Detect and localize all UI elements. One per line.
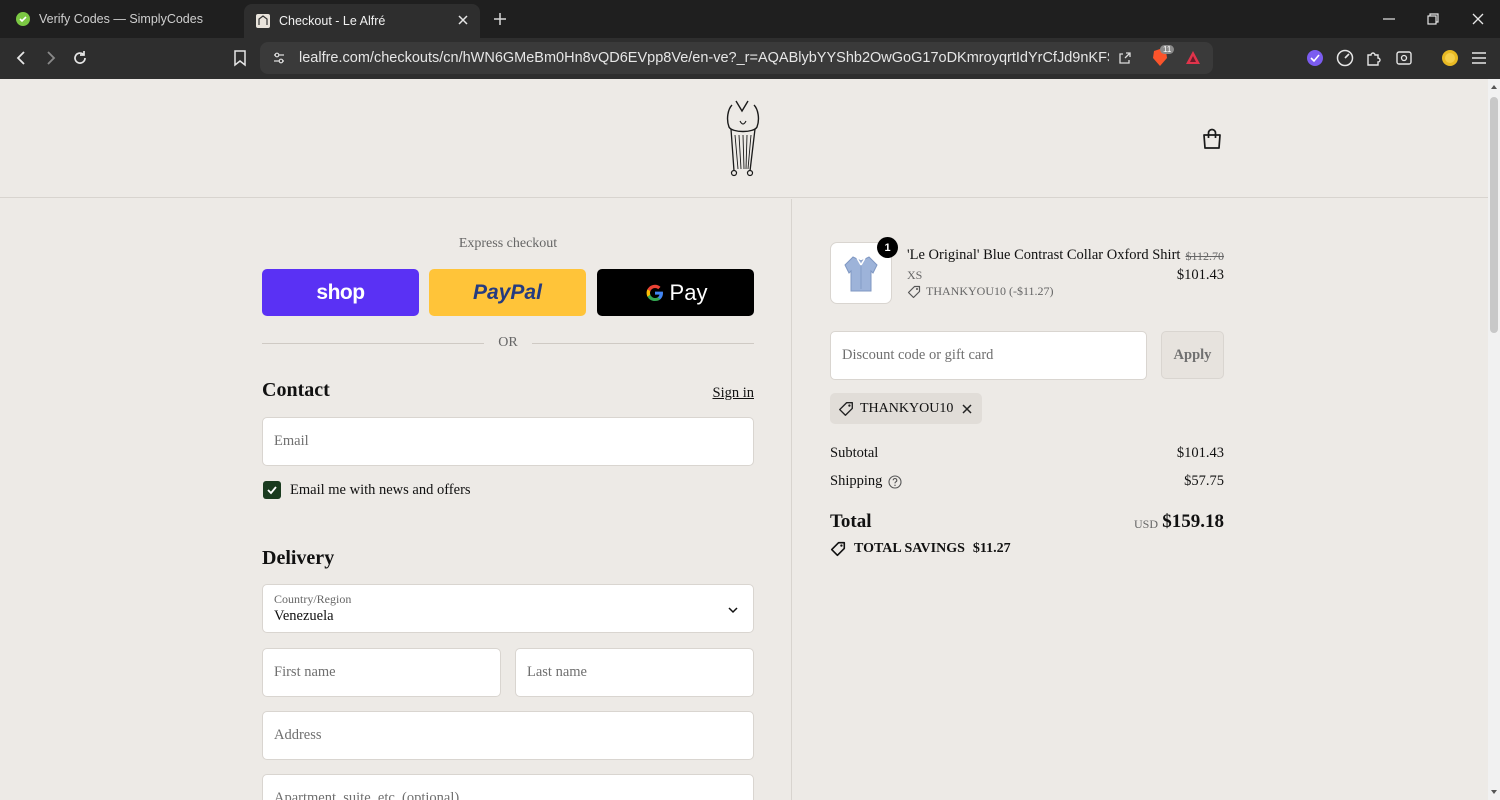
shop-pay-button[interactable]: shop [262,269,419,316]
google-pay-button[interactable]: Pay [597,269,754,316]
subtotal-value: $101.43 [1176,445,1224,461]
first-name-input[interactable] [263,649,500,696]
last-name-input[interactable] [516,649,753,696]
reload-icon[interactable] [71,49,89,67]
lealfre-favicon-icon [256,14,270,28]
page-scrollbar[interactable] [1488,79,1500,800]
site-settings-icon[interactable] [272,51,286,65]
or-divider-right [532,343,754,344]
express-checkout-label: Express checkout [458,236,558,251]
discount-code-input[interactable] [831,332,1146,379]
contact-heading: Contact [262,379,330,401]
reader-mode-icon[interactable] [1395,49,1413,67]
email-field-wrapper [262,417,754,466]
address-field-wrapper [262,711,754,760]
original-price: $112.70 [1185,249,1224,263]
shop-pay-label: shop [316,280,365,304]
scrollbar-thumb[interactable] [1490,97,1498,333]
new-tab-icon[interactable] [492,11,508,27]
product-discount-text: THANKYOU10 (-$11.27) [926,284,1054,298]
or-label: OR [498,335,518,350]
column-divider [791,199,792,800]
checkmark-icon [267,486,277,495]
or-divider-left [262,343,484,344]
le-alfre-logo[interactable] [720,97,766,179]
restore-icon[interactable] [1425,11,1441,27]
close-tab-icon[interactable] [456,13,470,27]
email-input[interactable] [263,418,753,465]
product-discount: THANKYOU10 (-$11.27) [907,284,1054,299]
country-label: Country/Region [274,592,352,606]
savings-value: $11.27 [972,541,1011,556]
newsletter-checkbox[interactable] [263,481,281,499]
address-bar[interactable]: lealfre.com/checkouts/cn/hWN6GMeBm0Hn8vQ… [260,42,1213,74]
shields-count-badge: 11 [1160,45,1175,54]
first-name-field-wrapper [262,648,501,697]
savings-label: TOTAL SAVINGS [854,541,965,556]
brave-shields-icon[interactable]: 11 [1150,45,1175,68]
apartment-field-wrapper [262,774,754,800]
bookmark-icon[interactable] [231,49,249,67]
newsletter-label[interactable]: Email me with news and offers [290,482,471,499]
country-select[interactable]: Country/Region Venezuela [262,584,754,633]
tab-title: Checkout - Le Alfré [279,14,386,28]
back-icon[interactable] [13,49,31,67]
share-icon[interactable] [1117,50,1133,66]
url-text: lealfre.com/checkouts/cn/hWN6GMeBm0Hn8vQ… [299,50,1109,66]
apply-discount-button[interactable]: Apply [1161,331,1224,379]
paypal-wordmark: PayPal [473,280,542,304]
menu-icon[interactable] [1470,49,1488,67]
scroll-down-arrow-icon[interactable] [1490,788,1498,796]
tab-checkout[interactable]: Checkout - Le Alfré [244,4,480,38]
quantity-badge: 1 [877,237,898,258]
wallet-coin-icon[interactable] [1441,49,1459,67]
store-header [0,79,1488,198]
applied-code-text: THANKYOU10 [860,400,954,416]
applied-discount-chip: THANKYOU10 [830,393,982,424]
remove-discount-icon[interactable] [960,402,974,416]
tag-icon [839,401,853,416]
chevron-down-icon [728,607,738,614]
extensions-puzzle-icon[interactable] [1365,49,1383,67]
help-icon[interactable] [888,474,902,489]
total-savings: TOTAL SAVINGS $11.27 [830,541,1011,557]
product-variant: XS [907,268,923,282]
minimize-icon[interactable] [1381,11,1397,27]
total-value: $159.18 [1162,511,1224,532]
scroll-up-arrow-icon[interactable] [1490,83,1498,91]
shipping-row-label: Shipping [830,473,902,490]
last-name-field-wrapper [515,648,754,697]
brave-rewards-icon[interactable] [1184,49,1202,67]
checkout-page: Express checkout shop PayPal Pay OR Cont… [0,79,1488,800]
browser-toolbar: lealfre.com/checkouts/cn/hWN6GMeBm0Hn8vQ… [0,38,1500,79]
sign-in-link[interactable]: Sign in [700,385,755,402]
tab-title: Verify Codes — SimplyCodes [39,12,203,26]
country-value: Venezuela [274,608,334,624]
discount-field-wrapper [830,331,1147,380]
google-pay-label: Pay [669,279,708,305]
apartment-input[interactable] [263,775,753,800]
google-g-icon [646,284,663,301]
total-label: Total [830,511,872,532]
tab-simplycodes[interactable]: Verify Codes — SimplyCodes [4,4,240,34]
forward-icon[interactable] [41,49,59,67]
delivery-heading: Delivery [262,547,335,569]
tag-icon [830,541,846,557]
product-name: 'Le Original' Blue Contrast Collar Oxfor… [907,247,1181,263]
tag-icon [907,285,921,298]
paypal-label: PayPal [473,281,542,305]
close-window-icon[interactable] [1470,11,1486,27]
extension-purple-icon[interactable] [1306,49,1324,67]
extension-gauge-icon[interactable] [1336,49,1354,67]
browser-tab-bar: Verify Codes — SimplyCodes Checkout - Le… [0,0,1500,38]
paypal-button[interactable]: PayPal [429,269,586,316]
address-input[interactable] [263,712,753,759]
simplycodes-favicon-icon [16,12,30,26]
subtotal-label: Subtotal [830,445,879,461]
shipping-value: $57.75 [1184,473,1224,489]
discounted-price: $101.43 [1176,267,1224,283]
shopping-bag-icon[interactable] [1200,127,1224,151]
shipping-label: Shipping [830,473,883,489]
